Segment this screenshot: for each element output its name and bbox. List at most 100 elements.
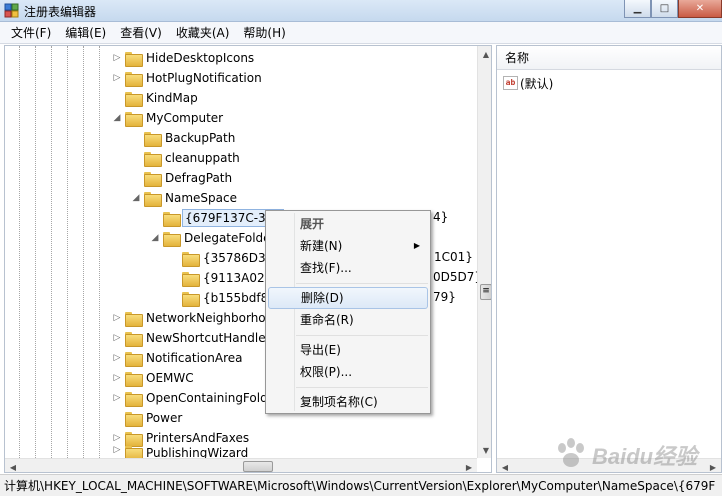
- folder-icon: [144, 171, 162, 187]
- menu-item-new[interactable]: 新建(N) ▶: [268, 235, 428, 257]
- menu-item-permissions[interactable]: 权限(P)...: [268, 361, 428, 383]
- menu-separator: [296, 283, 428, 284]
- tree-item-hotplugnotification[interactable]: ▷ HotPlugNotification: [111, 68, 264, 88]
- menu-separator: [296, 387, 428, 388]
- value-name: (默认): [520, 76, 554, 91]
- menu-edit[interactable]: 编辑(E): [58, 22, 113, 44]
- menu-favorites[interactable]: 收藏夹(A): [169, 22, 237, 44]
- folder-icon: [163, 231, 181, 247]
- minimize-icon: ▁: [633, 3, 642, 14]
- expand-icon[interactable]: ▷: [111, 445, 123, 455]
- window-title: 注册表编辑器: [24, 5, 97, 19]
- arrow-left-icon: ◀: [9, 462, 17, 472]
- tree-item-label: BackupPath: [165, 131, 236, 145]
- collapse-icon[interactable]: ◢: [149, 233, 161, 243]
- regedit-app-icon: [4, 3, 19, 18]
- tree-item-label: NameSpace: [165, 191, 237, 205]
- maximize-button[interactable]: □: [651, 0, 678, 18]
- folder-icon: [125, 331, 143, 347]
- tree-item-label: NetworkNeighborho: [146, 311, 266, 325]
- menu-item-expand[interactable]: 展开: [268, 213, 428, 235]
- tree-item-b155bdf8[interactable]: {b155bdf8-: [168, 288, 275, 308]
- tree-item-label: Power: [146, 411, 183, 425]
- menu-item-delete[interactable]: 删除(D): [268, 287, 428, 309]
- tree-item-backuppath[interactable]: BackupPath: [130, 128, 237, 148]
- expand-icon[interactable]: ▷: [111, 373, 123, 383]
- tree-item-power[interactable]: Power: [111, 408, 184, 428]
- expand-icon[interactable]: ▷: [111, 313, 123, 323]
- tree-item-35786d3c[interactable]: {35786D3C: [168, 248, 276, 268]
- tree-item-networkneighborhood[interactable]: ▷ NetworkNeighborho: [111, 308, 268, 328]
- folder-icon: [182, 291, 200, 307]
- tree-guide-lines: [5, 46, 115, 472]
- folder-icon: [182, 251, 200, 267]
- tree-item-oemwc[interactable]: ▷ OEMWC: [111, 368, 196, 388]
- arrow-right-icon: ▶: [465, 462, 473, 472]
- expand-icon[interactable]: ▷: [111, 53, 123, 63]
- scroll-thumb[interactable]: ≡: [480, 284, 491, 300]
- tree-item-9113a02d-suffix: 0D5D7}: [433, 270, 483, 284]
- menu-item-label: 新建(N): [300, 239, 343, 253]
- tree-item-679f137c[interactable]: {679F137C-316: [149, 208, 284, 228]
- folder-icon: [125, 431, 143, 447]
- tree-vertical-scrollbar[interactable]: ▲ ≡ ▼: [477, 46, 491, 458]
- menu-item-export[interactable]: 导出(E): [268, 339, 428, 361]
- menu-item-copy-key-name[interactable]: 复制项名称(C): [268, 391, 428, 413]
- tree-item-label: cleanuppath: [165, 151, 240, 165]
- folder-icon: [182, 271, 200, 287]
- tree-item-label: HotPlugNotification: [146, 71, 262, 85]
- folder-icon: [144, 131, 162, 147]
- value-row-default[interactable]: ab (默认): [503, 74, 553, 92]
- tree-item-kindmap[interactable]: KindMap: [111, 88, 200, 108]
- expand-icon[interactable]: ▷: [111, 433, 123, 443]
- tree-item-label: KindMap: [146, 91, 198, 105]
- column-header-name[interactable]: 名称: [497, 46, 721, 70]
- tree-item-notificationarea[interactable]: ▷ NotificationArea: [111, 348, 244, 368]
- scroll-up-button[interactable]: ▲: [478, 46, 491, 62]
- tree-item-defragpath[interactable]: DefragPath: [130, 168, 234, 188]
- expand-icon[interactable]: ▷: [111, 393, 123, 403]
- tree-horizontal-scrollbar[interactable]: ◀ ▶: [5, 458, 477, 472]
- folder-icon: [125, 391, 143, 407]
- scroll-left-button[interactable]: ◀: [5, 459, 21, 472]
- tree-item-opencontainingfolder[interactable]: ▷ OpenContainingFold: [111, 388, 270, 408]
- tree-item-35786d3c-suffix: 1C01}: [434, 250, 473, 264]
- tree-item-label: DelegateFolde: [184, 231, 271, 245]
- menu-help[interactable]: 帮助(H): [236, 22, 292, 44]
- minimize-button[interactable]: ▁: [624, 0, 651, 18]
- folder-icon: [125, 51, 143, 67]
- tree-item-label: MyComputer: [146, 111, 224, 125]
- submenu-arrow-icon: ▶: [413, 241, 420, 250]
- folder-icon: [125, 411, 143, 427]
- menu-item-find[interactable]: 查找(F)...: [268, 257, 428, 279]
- status-bar-path: 计算机\HKEY_LOCAL_MACHINE\SOFTWARE\Microsof…: [0, 474, 722, 496]
- expand-icon[interactable]: ▷: [111, 333, 123, 343]
- scroll-right-button[interactable]: ▶: [461, 459, 477, 472]
- collapse-icon[interactable]: ◢: [130, 193, 142, 203]
- scroll-down-button[interactable]: ▼: [478, 442, 491, 458]
- tree-item-newshortcuthandler[interactable]: ▷ NewShortcutHandler: [111, 328, 273, 348]
- title-bar[interactable]: 注册表编辑器 ▁ □ ✕: [0, 0, 722, 22]
- menu-item-rename[interactable]: 重命名(R): [268, 309, 428, 331]
- collapse-icon[interactable]: ◢: [111, 113, 123, 123]
- tree-item-9113a02d[interactable]: {9113A02D: [168, 268, 276, 288]
- menu-file[interactable]: 文件(F): [4, 22, 58, 44]
- folder-icon: [144, 191, 162, 207]
- folder-icon: [125, 111, 143, 127]
- tree-item-namespace[interactable]: ◢ NameSpace: [130, 188, 239, 208]
- expand-icon[interactable]: ▷: [111, 73, 123, 83]
- tree-item-mycomputer[interactable]: ◢ MyComputer: [111, 108, 225, 128]
- tree-item-label: OEMWC: [146, 371, 194, 385]
- tree-item-publishingwizard[interactable]: ▷ PublishingWizard: [111, 445, 250, 458]
- tree-item-label: {b155bdf8-: [203, 291, 273, 305]
- registry-values-pane[interactable]: 名称 ab (默认) ◀ ▶: [496, 45, 722, 473]
- tree-item-hidedesktopicons[interactable]: ▷ HideDesktopIcons: [111, 48, 256, 68]
- arrow-down-icon: ▼: [482, 445, 490, 455]
- hscroll-thumb[interactable]: [243, 461, 273, 472]
- values-scroll-left-button[interactable]: ◀: [497, 459, 513, 472]
- menu-view[interactable]: 查看(V): [113, 22, 169, 44]
- expand-icon[interactable]: ▷: [111, 353, 123, 363]
- tree-item-delegatefolders[interactable]: ◢ DelegateFolde: [149, 228, 273, 248]
- tree-item-cleanuppath[interactable]: cleanuppath: [130, 148, 242, 168]
- close-button[interactable]: ✕: [678, 0, 722, 18]
